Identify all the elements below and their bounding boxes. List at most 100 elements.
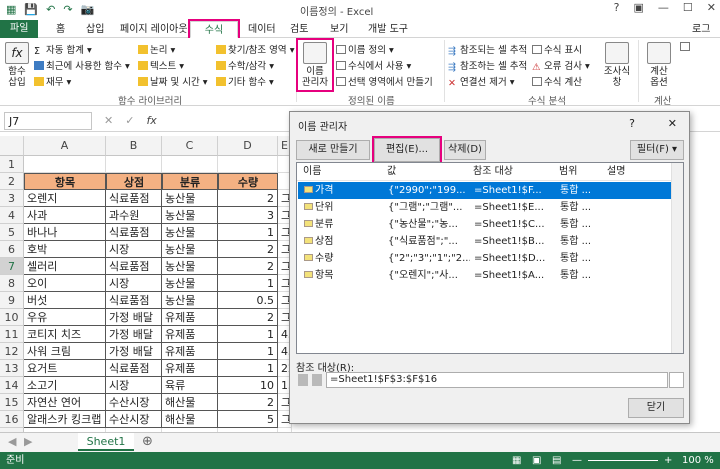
trace-dependents-button[interactable]: ⇶ 참조하는 셀 추적 <box>448 58 527 73</box>
table-cell[interactable]: 유제품 <box>162 360 218 377</box>
tab-view[interactable]: 보기 <box>326 21 352 38</box>
table-cell[interactable]: 2 <box>218 241 278 258</box>
table-cell[interactable]: 유제품 <box>162 326 218 343</box>
table-cell[interactable]: 수산시장 <box>106 411 162 428</box>
watch-window-button[interactable]: 조사식 창 <box>602 42 632 88</box>
collapse-dialog-icon[interactable] <box>669 372 684 388</box>
table-cell[interactable]: 수산시장 <box>106 394 162 411</box>
table-cell[interactable]: 셀러리 <box>24 258 106 275</box>
zoom-slider[interactable] <box>588 460 658 461</box>
tab-developer[interactable]: 개발 도구 <box>364 21 412 38</box>
delete-name-button[interactable]: 삭제(D) <box>444 140 486 160</box>
table-cell[interactable]: 10 <box>218 377 278 394</box>
evaluate-formula-button[interactable]: 수식 계산 <box>532 74 582 88</box>
table-cell[interactable]: 식료품점 <box>106 190 162 207</box>
name-row[interactable]: 수량 {"2";"3";"1";"2... =Sheet1!$D... 통합 ... <box>298 250 682 267</box>
edit-name-button[interactable]: 편집(E)... <box>372 136 442 164</box>
cancel-icon[interactable]: ✕ <box>104 114 113 127</box>
table-cell[interactable]: 자연산 연어 <box>24 394 106 411</box>
close-icon[interactable]: ✕ <box>707 1 716 14</box>
table-cell[interactable]: 사워 크림 <box>24 343 106 360</box>
table-cell[interactable]: 농산물 <box>162 241 218 258</box>
table-cell[interactable]: 가정 배달 <box>106 343 162 360</box>
use-in-formula-button[interactable]: 수식에서 사용 ▾ <box>336 58 411 72</box>
add-sheet-icon[interactable]: ⊕ <box>142 434 153 449</box>
table-cell[interactable]: 농산물 <box>162 190 218 207</box>
sheet-tab[interactable]: Sheet1 <box>78 433 134 451</box>
close-button[interactable]: 닫기 <box>628 398 684 418</box>
empty-cell[interactable] <box>106 156 162 173</box>
column-header-value[interactable]: 값 <box>387 163 396 181</box>
table-cell[interactable]: 코티지 치즈 <box>24 326 106 343</box>
more-functions-button[interactable]: 기타 함수 ▾ <box>216 74 274 88</box>
table-cell[interactable]: 농산물 <box>162 275 218 292</box>
view-layout-icon[interactable]: ▣ <box>532 452 541 469</box>
column-header[interactable]: A <box>24 136 106 156</box>
table-cell[interactable]: 식료품점 <box>106 258 162 275</box>
datetime-button[interactable]: 날짜 및 시간 ▾ <box>138 74 208 88</box>
table-cell[interactable]: 5 <box>218 411 278 428</box>
sign-in[interactable]: 로그인 <box>688 21 720 52</box>
table-cell[interactable]: 유제품 <box>162 343 218 360</box>
recent-functions-button[interactable]: 최근에 사용한 함수 ▾ <box>34 58 130 72</box>
table-cell[interactable]: 유제품 <box>162 309 218 326</box>
table-cell[interactable]: 0.5 <box>218 292 278 309</box>
table-cell[interactable]: 식료품점 <box>106 292 162 309</box>
row-header[interactable]: 14 <box>0 377 24 394</box>
list-scrollbar[interactable] <box>671 163 683 353</box>
cancel-edit-icon[interactable] <box>298 374 308 386</box>
insert-function-button[interactable]: fx 함수 삽입 <box>4 42 30 88</box>
table-cell[interactable]: 호박 <box>24 241 106 258</box>
name-row[interactable]: 상점 {"식료품점";"... =Sheet1!$B... 통합 ... <box>298 233 682 250</box>
row-header[interactable]: 15 <box>0 394 24 411</box>
column-header-refers[interactable]: 참조 대상 <box>473 163 513 181</box>
table-cell[interactable]: 버섯 <box>24 292 106 309</box>
row-header[interactable]: 16 <box>0 411 24 428</box>
logical-button[interactable]: 논리 ▾ <box>138 42 175 56</box>
create-from-selection-button[interactable]: 선택 영역에서 만들기 <box>336 74 433 88</box>
name-row[interactable]: 항목 {"오렌지";"사... =Sheet1!$A... 통합 ... <box>298 267 682 284</box>
table-cell[interactable]: 사과 <box>24 207 106 224</box>
financial-button[interactable]: 재무 ▾ <box>34 74 71 88</box>
row-header[interactable]: 11 <box>0 326 24 343</box>
tab-insert[interactable]: 삽입 <box>82 21 108 38</box>
autosum-button[interactable]: Σ 자동 합계 ▾ <box>34 42 92 57</box>
column-header-name[interactable]: 이름 <box>303 163 321 181</box>
empty-cell[interactable] <box>24 156 106 173</box>
table-cell[interactable]: 시장 <box>106 275 162 292</box>
empty-cell[interactable] <box>162 156 218 173</box>
row-header[interactable]: 3 <box>0 190 24 207</box>
column-header[interactable]: C <box>162 136 218 156</box>
maximize-icon[interactable]: ☐ <box>683 1 693 14</box>
name-box[interactable]: J7 <box>4 112 92 130</box>
name-row[interactable]: 분류 {"농산물";"농... =Sheet1!$C... 통합 ... <box>298 216 682 233</box>
view-pagebreak-icon[interactable]: ▤ <box>552 452 561 469</box>
row-header[interactable]: 13 <box>0 360 24 377</box>
table-cell[interactable]: 알래스카 킹크랩 <box>24 411 106 428</box>
table-cell[interactable]: 1 <box>218 224 278 241</box>
row-header[interactable]: 5 <box>0 224 24 241</box>
table-cell[interactable]: 2 <box>218 258 278 275</box>
table-header-cell[interactable]: 상점 <box>106 173 162 190</box>
row-header[interactable]: 6 <box>0 241 24 258</box>
table-cell[interactable]: 2 <box>218 394 278 411</box>
row-header[interactable]: 2 <box>0 173 24 190</box>
tab-file[interactable]: 파일 <box>0 20 39 38</box>
table-cell[interactable]: 2 <box>218 190 278 207</box>
column-header[interactable]: D <box>218 136 278 156</box>
table-cell[interactable]: 식료품점 <box>106 224 162 241</box>
name-row[interactable]: 단위 {"그램";"그램"... =Sheet1!$E... 통합 ... <box>298 199 682 216</box>
table-header-cell[interactable]: 분류 <box>162 173 218 190</box>
enter-icon[interactable]: ✓ <box>125 114 134 127</box>
sheet-next-icon[interactable]: ▶ <box>24 435 32 448</box>
row-header[interactable]: 8 <box>0 275 24 292</box>
table-cell[interactable]: 가정 배달 <box>106 326 162 343</box>
text-button[interactable]: 텍스트 ▾ <box>138 58 184 72</box>
tab-formulas[interactable]: 수식 <box>188 19 240 40</box>
table-cell[interactable]: 오렌지 <box>24 190 106 207</box>
tab-review[interactable]: 검토 <box>286 21 312 38</box>
table-header-cell[interactable]: 항목 <box>24 173 106 190</box>
undo-icon[interactable]: ↶ <box>46 3 55 16</box>
trace-precedents-button[interactable]: ⇶ 참조되는 셀 추적 <box>448 42 527 57</box>
fx-icon[interactable]: fx <box>146 114 156 127</box>
